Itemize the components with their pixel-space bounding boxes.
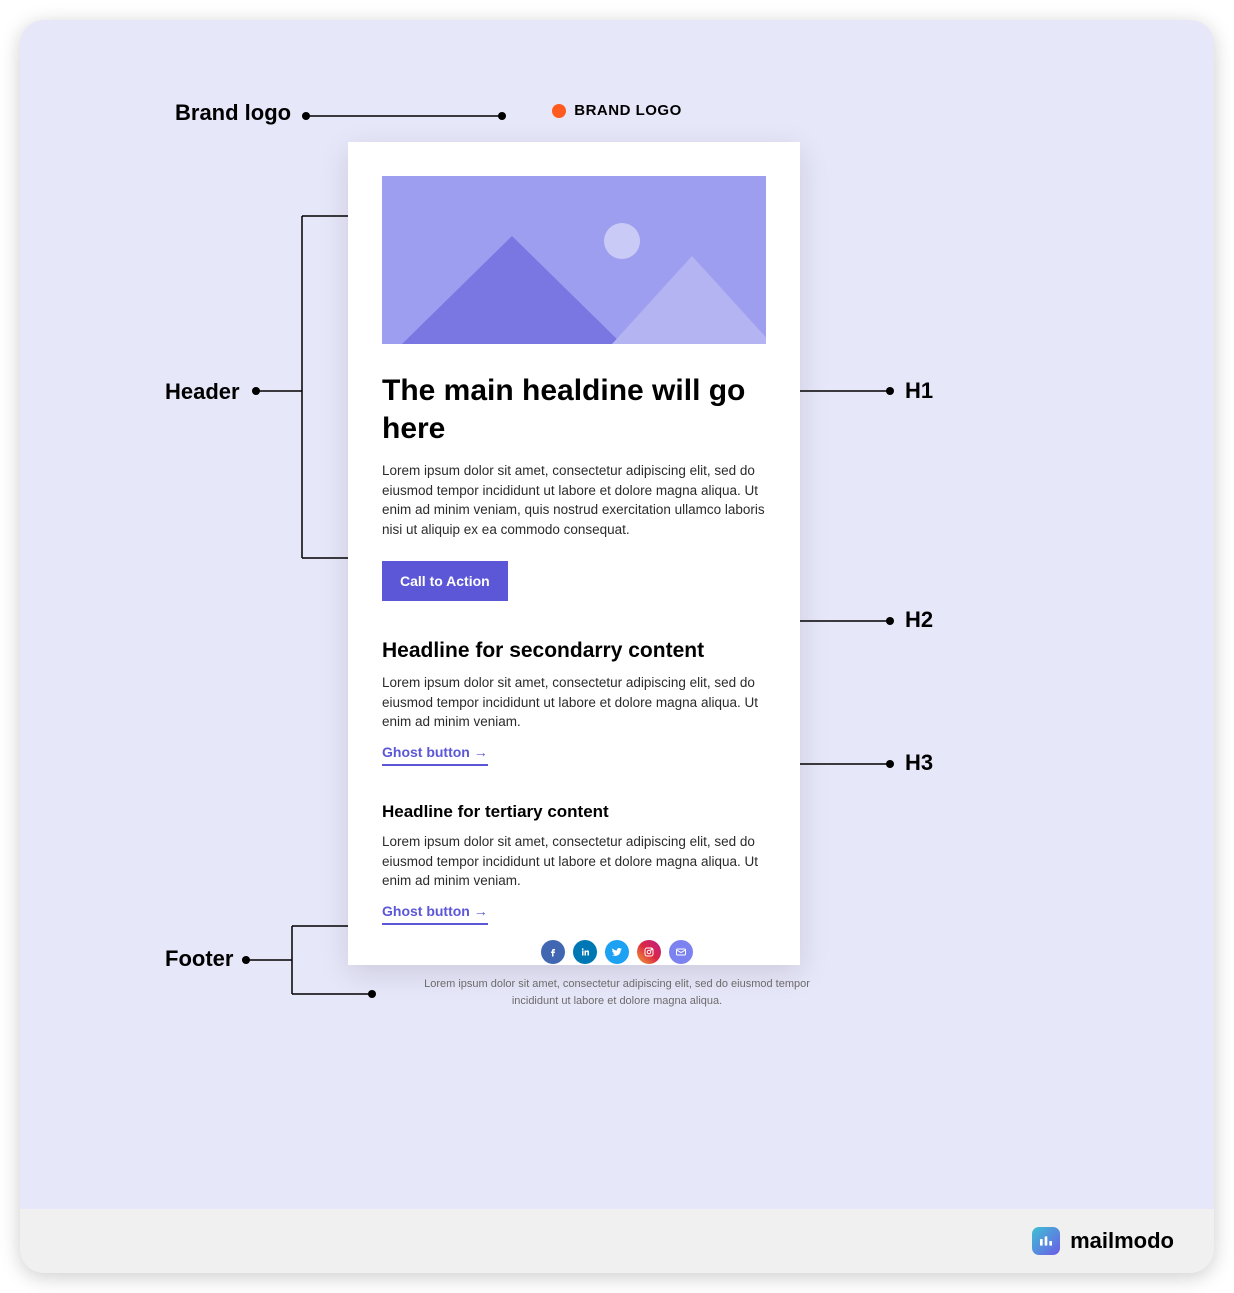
mailmodo-brand: mailmodo — [1032, 1227, 1174, 1255]
annotation-header: Header — [165, 379, 240, 405]
twitter-icon[interactable] — [605, 940, 629, 964]
facebook-icon[interactable] — [541, 940, 565, 964]
cta-button[interactable]: Call to Action — [382, 561, 508, 601]
brand-logo-icon — [552, 104, 566, 118]
footer-text: Lorem ipsum dolor sit amet, consectetur … — [407, 976, 827, 1009]
hero-image — [382, 176, 766, 344]
email-card: The main healdine will go here Lorem ips… — [348, 142, 800, 965]
ghost-button-2[interactable]: Ghost button → — [382, 903, 488, 925]
headline-h3: Headline for tertiary content — [382, 802, 766, 822]
body-paragraph-2: Lorem ipsum dolor sit amet, consectetur … — [382, 673, 766, 732]
brand-logo-row: BRAND LOGO — [20, 102, 1214, 123]
linkedin-icon[interactable] — [573, 940, 597, 964]
mailmodo-logo-icon — [1032, 1227, 1060, 1255]
ghost-button-1[interactable]: Ghost button → — [382, 744, 488, 766]
brand-logo: BRAND LOGO — [552, 102, 682, 119]
headline-h2: Headline for secondarry content — [382, 639, 766, 663]
annotation-h2: H2 — [905, 607, 933, 633]
email-footer: Lorem ipsum dolor sit amet, consectetur … — [20, 940, 1214, 1009]
headline-h1: The main healdine will go here — [382, 372, 766, 447]
instagram-icon[interactable] — [637, 940, 661, 964]
brand-footer-bar: mailmodo — [20, 1209, 1214, 1273]
annotation-h1: H1 — [905, 378, 933, 404]
body-paragraph-1: Lorem ipsum dolor sit amet, consectetur … — [382, 461, 766, 539]
mailmodo-text: mailmodo — [1070, 1228, 1174, 1254]
email-icon[interactable] — [669, 940, 693, 964]
annotation-h3: H3 — [905, 750, 933, 776]
body-paragraph-3: Lorem ipsum dolor sit amet, consectetur … — [382, 832, 766, 891]
brand-logo-text: BRAND LOGO — [574, 102, 682, 119]
diagram-frame: Brand logo Header Footer H1 H2 H3 BRAND … — [20, 20, 1214, 1273]
social-icons — [20, 940, 1214, 964]
